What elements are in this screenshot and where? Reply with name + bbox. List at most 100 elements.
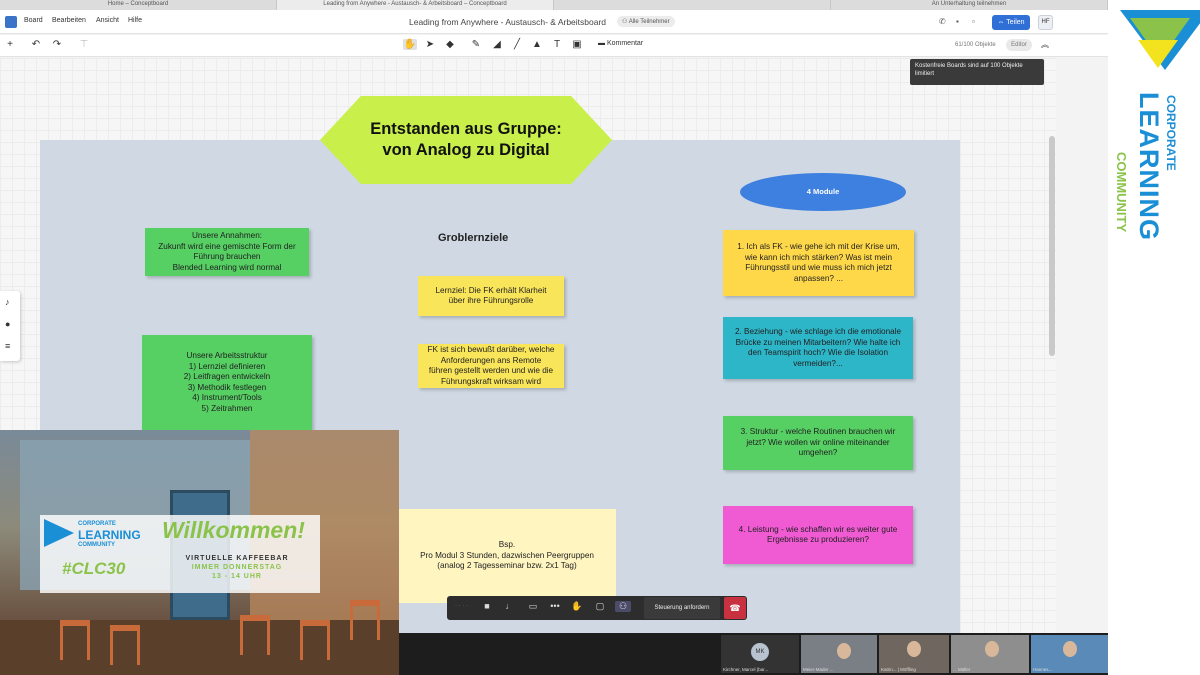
menu-bearbeiten[interactable]: Bearbeiten	[52, 17, 86, 24]
more-icon[interactable]: •••	[547, 601, 563, 611]
participant-video	[837, 643, 851, 659]
participant-avatar: MK	[751, 643, 769, 661]
participant-tile[interactable]: ... Müller	[951, 635, 1029, 673]
pen-icon[interactable]: ✎	[469, 39, 483, 50]
user-avatar[interactable]: HF	[1038, 15, 1053, 30]
promo-hashtag: #CLC30	[62, 559, 126, 578]
headline-hexagon[interactable]: Entstanden aus Gruppe: von Analog zu Dig…	[320, 96, 612, 184]
cafe-chair	[110, 625, 140, 665]
marker-icon[interactable]: ◢	[490, 39, 504, 50]
menu-board[interactable]: Board	[24, 17, 43, 24]
collapse-icon[interactable]: ︽	[1038, 39, 1052, 50]
phone-icon[interactable]: ✆	[939, 17, 946, 26]
list-icon[interactable]: ≡	[5, 341, 10, 351]
share-button[interactable]: ⇔ Teilen	[992, 15, 1030, 30]
share-label: Teilen	[1006, 19, 1025, 26]
browser-tab[interactable]: Home – Conceptboard	[0, 0, 277, 10]
cafe-chair	[350, 600, 380, 640]
screen-icon[interactable]: ▪	[956, 17, 959, 26]
note-line: jetzt? Wie wollen wir online miteinander	[746, 437, 890, 447]
comment-button[interactable]: ▬ Kommentar	[598, 40, 643, 47]
participant-video	[1063, 641, 1077, 657]
menu-hilfe[interactable]: Hilfe	[128, 17, 142, 24]
note-line: 4. Leistung - wie schaffen wir es weiter…	[738, 524, 898, 534]
cafe-chair	[300, 620, 330, 660]
sticky-note-lernziel[interactable]: Lernziel: Die FK erhält Klarheit über ih…	[418, 276, 564, 316]
note-line: Lernziel: Die FK erhält Klarheit	[435, 285, 547, 295]
undo-icon[interactable]: ↶	[29, 39, 43, 50]
chat-icon[interactable]: ▫	[972, 17, 975, 26]
participant-tile[interactable]: MK Kirchner, Marcel (bar...	[721, 635, 799, 673]
logo-text: LEARNING	[78, 528, 141, 542]
format-icon[interactable]: ⊤	[77, 39, 91, 50]
webcam-promo-image: CORPORATE LEARNING COMMUNITY Willkommen!…	[0, 430, 399, 675]
board-title: Leading from Anywhere - Austausch- & Arb…	[409, 17, 607, 27]
sticky-note-modul-3[interactable]: 3. Struktur - welche Routinen brauchen w…	[723, 416, 913, 470]
raise-hand-icon[interactable]: ✋	[569, 601, 585, 612]
participants-badge[interactable]: ⚇ Alle Teilnehmer	[617, 16, 675, 27]
sticky-note-modul-2[interactable]: 2. Beziehung - wie schlage ich die emoti…	[723, 317, 913, 379]
sticky-note-bsp[interactable]: Bsp. Pro Modul 3 Stunden, dazwischen Pee…	[398, 509, 616, 603]
editor-badge[interactable]: Editor	[1006, 39, 1032, 51]
add-icon[interactable]: +	[3, 39, 17, 50]
sticky-note-modul-1[interactable]: 1. Ich als FK - wie gehe ich mit der Kri…	[723, 230, 914, 296]
browser-tab[interactable]	[554, 0, 831, 10]
canvas-scrollbar[interactable]	[1049, 136, 1055, 356]
note-line: Führungskraft wirksam wird	[440, 376, 542, 386]
promo-welcome: Willkommen!	[162, 517, 305, 543]
participant-name: Meier-Mader ...	[803, 667, 834, 672]
note-line: wie kann ich mich stärken? Was ist mein	[744, 252, 893, 262]
browser-tab[interactable]: An Unterhaltung teilnehmen	[831, 0, 1108, 10]
conceptboard-logo-icon[interactable]	[5, 16, 17, 28]
clc-logo-icon	[44, 519, 74, 547]
sticky-note-modul-4[interactable]: 4. Leistung - wie schaffen wir es weiter…	[723, 506, 913, 564]
participant-tile[interactable]: Meier-Mader ...	[801, 635, 877, 673]
shapes-icon[interactable]: ▲	[530, 39, 544, 50]
note-line: anpassen? ...	[793, 273, 844, 283]
note-line: den Teamspirit hoch? Wie die Isolation	[747, 348, 889, 357]
chat-icon[interactable]: ▢	[592, 601, 608, 612]
hand-tool-icon[interactable]: ✋	[403, 39, 417, 50]
promo-line: IMMER DONNERSTAG	[191, 564, 283, 571]
camera-icon[interactable]: ■	[479, 601, 495, 611]
image-icon[interactable]: ▣	[570, 39, 584, 50]
menu-ansicht[interactable]: Ansicht	[96, 17, 119, 24]
redo-icon[interactable]: ↷	[50, 39, 64, 50]
participant-tile[interactable]: Katrin... | Möffling	[879, 635, 949, 673]
note-line: 3. Struktur - welche Routinen brauchen w…	[740, 427, 896, 437]
note-line: Blended Learning wird normal	[172, 262, 282, 272]
note-line: Ergebnisse zu produzieren?	[767, 535, 869, 544]
modules-cloud[interactable]: 4 Module	[740, 173, 906, 211]
participant-video	[907, 641, 921, 657]
microphone-icon[interactable]: ♩	[502, 601, 518, 611]
sticky-note-annahmen[interactable]: Unsere Annahmen: Zukunft wird eine gemis…	[145, 228, 309, 276]
text-tool-icon[interactable]: T	[550, 39, 564, 50]
brand-text: COMMUNITY	[1114, 152, 1129, 233]
note-line: Führungsstil und wie muss ich mich jetzt	[745, 263, 892, 272]
eraser-icon[interactable]: ◆	[443, 39, 457, 50]
drag-handle-icon[interactable]: · · · ·	[455, 603, 468, 609]
sticky-note-fk[interactable]: FK ist sich bewußt darüber, welche Anfor…	[418, 344, 564, 388]
cafe-chair	[240, 615, 270, 655]
participant-tile[interactable]: Hannes...	[1031, 635, 1108, 673]
share-screen-icon[interactable]: ▭	[525, 601, 541, 612]
request-control-button[interactable]: Steuerung anfordern	[644, 597, 720, 619]
side-tool-strip: ♪ ● ≡	[0, 291, 20, 361]
browser-tab[interactable]: Leading from Anywhere - Austausch- & Arb…	[277, 0, 554, 10]
hang-up-icon[interactable]: ☎	[724, 597, 746, 619]
participant-name: Kirchner, Marcel (bar...	[723, 667, 769, 672]
line-tool-icon[interactable]: ╱	[510, 39, 524, 50]
groblernziele-heading[interactable]: Groblernziele	[438, 232, 508, 244]
check-icon[interactable]: ●	[5, 319, 10, 329]
browser-tab-strip: Home – Conceptboard Leading from Anywher…	[0, 0, 1108, 10]
note-line: 3) Methodik festlegen	[187, 382, 267, 392]
headline-line1: Entstanden aus Gruppe:	[370, 120, 562, 138]
participant-name: Katrin... | Möffling	[881, 667, 916, 672]
promo-card: CORPORATE LEARNING COMMUNITY Willkommen!…	[40, 515, 320, 593]
participant-name: ... Müller	[953, 667, 971, 672]
participants-icon[interactable]: ⚇	[615, 601, 631, 612]
headline-line2: von Analog zu Digital	[382, 141, 550, 159]
sticky-note-arbeitsstruktur[interactable]: Unsere Arbeitsstruktur 1) Lernziel defin…	[142, 335, 312, 430]
select-tool-icon[interactable]: ➤	[423, 39, 437, 50]
bell-icon[interactable]: ♪	[5, 297, 10, 307]
